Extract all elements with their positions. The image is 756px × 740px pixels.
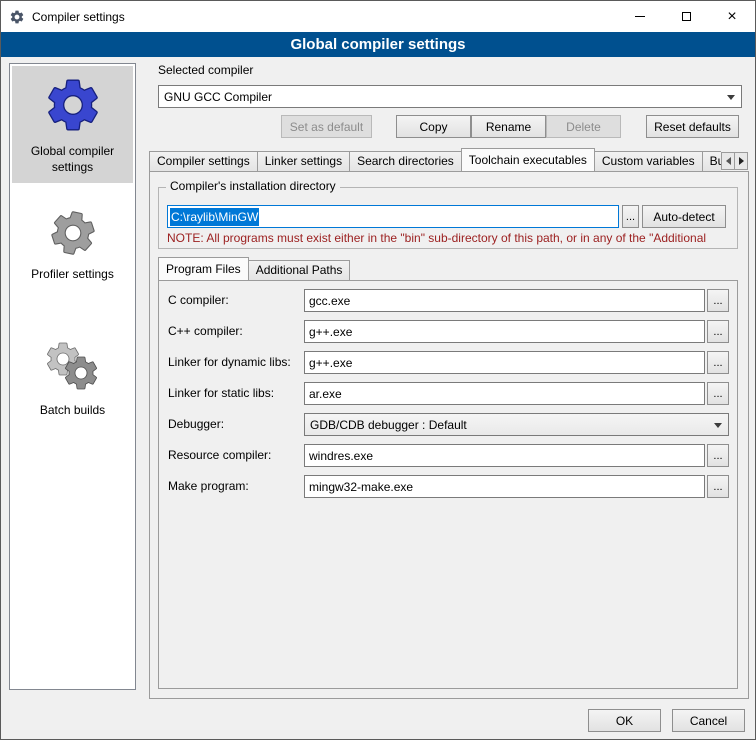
app-icon xyxy=(9,9,25,25)
cpp-compiler-label: C++ compiler: xyxy=(168,324,243,338)
profiler-icon xyxy=(47,207,99,259)
c-compiler-input[interactable] xyxy=(304,289,705,312)
tab-scroll-right-button[interactable] xyxy=(734,152,748,170)
maximize-button[interactable] xyxy=(663,1,709,32)
resource-compiler-input[interactable] xyxy=(304,444,705,467)
install-dir-note: NOTE: All programs must exist either in … xyxy=(167,231,735,245)
static-linker-browse-button[interactable]: ... xyxy=(707,382,729,405)
delete-button[interactable]: Delete xyxy=(546,115,621,138)
dynamic-linker-input[interactable] xyxy=(304,351,705,374)
install-dir-input[interactable]: C:\raylib\MinGW xyxy=(167,205,619,228)
cpp-compiler-input[interactable] xyxy=(304,320,705,343)
gear-icon xyxy=(42,74,104,136)
static-linker-input[interactable] xyxy=(304,382,705,405)
batch-builds-icon xyxy=(43,339,103,395)
tab-build-truncated[interactable]: Buil xyxy=(702,151,721,171)
right-arrow-icon xyxy=(739,157,744,165)
dialog-header-title: Global compiler settings xyxy=(290,36,465,53)
debugger-label: Debugger: xyxy=(168,417,224,431)
selected-compiler-value: GNU GCC Compiler xyxy=(164,90,272,104)
tab-additional-paths[interactable]: Additional Paths xyxy=(248,260,351,280)
compiler-tab-strip: Compiler settings Linker settings Search… xyxy=(149,148,721,171)
dynamic-linker-row: Linker for dynamic libs: ... xyxy=(158,351,738,374)
sidebar-item-label: Batch builds xyxy=(40,403,105,419)
reset-defaults-button[interactable]: Reset defaults xyxy=(646,115,739,138)
minimize-icon xyxy=(635,16,645,17)
make-program-row: Make program: ... xyxy=(158,475,738,498)
tab-linker-settings[interactable]: Linker settings xyxy=(257,151,350,171)
static-linker-label: Linker for static libs: xyxy=(168,386,274,400)
cpp-compiler-browse-button[interactable]: ... xyxy=(707,320,729,343)
make-program-input[interactable] xyxy=(304,475,705,498)
make-program-browse-button[interactable]: ... xyxy=(707,475,729,498)
resource-compiler-browse-button[interactable]: ... xyxy=(707,444,729,467)
copy-button[interactable]: Copy xyxy=(396,115,471,138)
c-compiler-row: C compiler: ... xyxy=(158,289,738,312)
maximize-icon xyxy=(682,12,691,21)
rename-button[interactable]: Rename xyxy=(471,115,546,138)
sidebar: Global compiler settings Profiler settin… xyxy=(9,63,136,690)
minimize-button[interactable] xyxy=(617,1,663,32)
tab-program-files[interactable]: Program Files xyxy=(158,257,249,280)
tab-scroll-left-button[interactable] xyxy=(721,152,735,170)
cancel-button[interactable]: Cancel xyxy=(672,709,745,732)
tab-custom-variables[interactable]: Custom variables xyxy=(594,151,703,171)
tab-search-directories[interactable]: Search directories xyxy=(349,151,462,171)
resource-compiler-row: Resource compiler: ... xyxy=(158,444,738,467)
sidebar-item-profiler-settings[interactable]: Profiler settings xyxy=(12,199,133,291)
ok-button[interactable]: OK xyxy=(588,709,661,732)
install-dir-browse-button[interactable]: ... xyxy=(622,205,639,228)
window-controls: × xyxy=(617,1,755,32)
dynamic-linker-label: Linker for dynamic libs: xyxy=(168,355,291,369)
autodetect-button[interactable]: Auto-detect xyxy=(642,205,726,228)
set-as-default-button[interactable]: Set as default xyxy=(281,115,372,138)
resource-compiler-label: Resource compiler: xyxy=(168,448,271,462)
sidebar-item-label: Profiler settings xyxy=(31,267,114,283)
sidebar-item-batch-builds[interactable]: Batch builds xyxy=(12,331,133,427)
selected-compiler-label: Selected compiler xyxy=(158,63,253,77)
titlebar: Compiler settings × xyxy=(1,1,755,32)
close-button[interactable]: × xyxy=(709,1,755,32)
chevron-down-icon xyxy=(714,423,722,428)
tab-compiler-settings[interactable]: Compiler settings xyxy=(149,151,258,171)
tab-scroll-controls xyxy=(722,152,748,170)
chevron-down-icon xyxy=(727,95,735,100)
debugger-dropdown[interactable]: GDB/CDB debugger : Default xyxy=(304,413,729,436)
window-title: Compiler settings xyxy=(32,10,125,24)
tab-toolchain-executables[interactable]: Toolchain executables xyxy=(461,148,595,171)
sidebar-item-global-compiler-settings[interactable]: Global compiler settings xyxy=(12,66,133,183)
cpp-compiler-row: C++ compiler: ... xyxy=(158,320,738,343)
static-linker-row: Linker for static libs: ... xyxy=(158,382,738,405)
c-compiler-browse-button[interactable]: ... xyxy=(707,289,729,312)
debugger-value: GDB/CDB debugger : Default xyxy=(310,418,467,432)
debugger-row: Debugger: GDB/CDB debugger : Default xyxy=(158,413,738,436)
install-dir-group-label: Compiler's installation directory xyxy=(166,179,340,193)
sidebar-item-label: Global compiler settings xyxy=(14,144,131,175)
compiler-settings-window: Compiler settings × Global compiler sett… xyxy=(0,0,756,740)
install-dir-value: C:\raylib\MinGW xyxy=(170,208,259,226)
program-tab-strip: Program Files Additional Paths xyxy=(158,257,578,280)
left-arrow-icon xyxy=(726,157,731,165)
dynamic-linker-browse-button[interactable]: ... xyxy=(707,351,729,374)
c-compiler-label: C compiler: xyxy=(168,293,229,307)
close-icon: × xyxy=(727,9,736,25)
selected-compiler-dropdown[interactable]: GNU GCC Compiler xyxy=(158,85,742,108)
make-program-label: Make program: xyxy=(168,479,249,493)
dialog-header: Global compiler settings xyxy=(1,32,755,57)
